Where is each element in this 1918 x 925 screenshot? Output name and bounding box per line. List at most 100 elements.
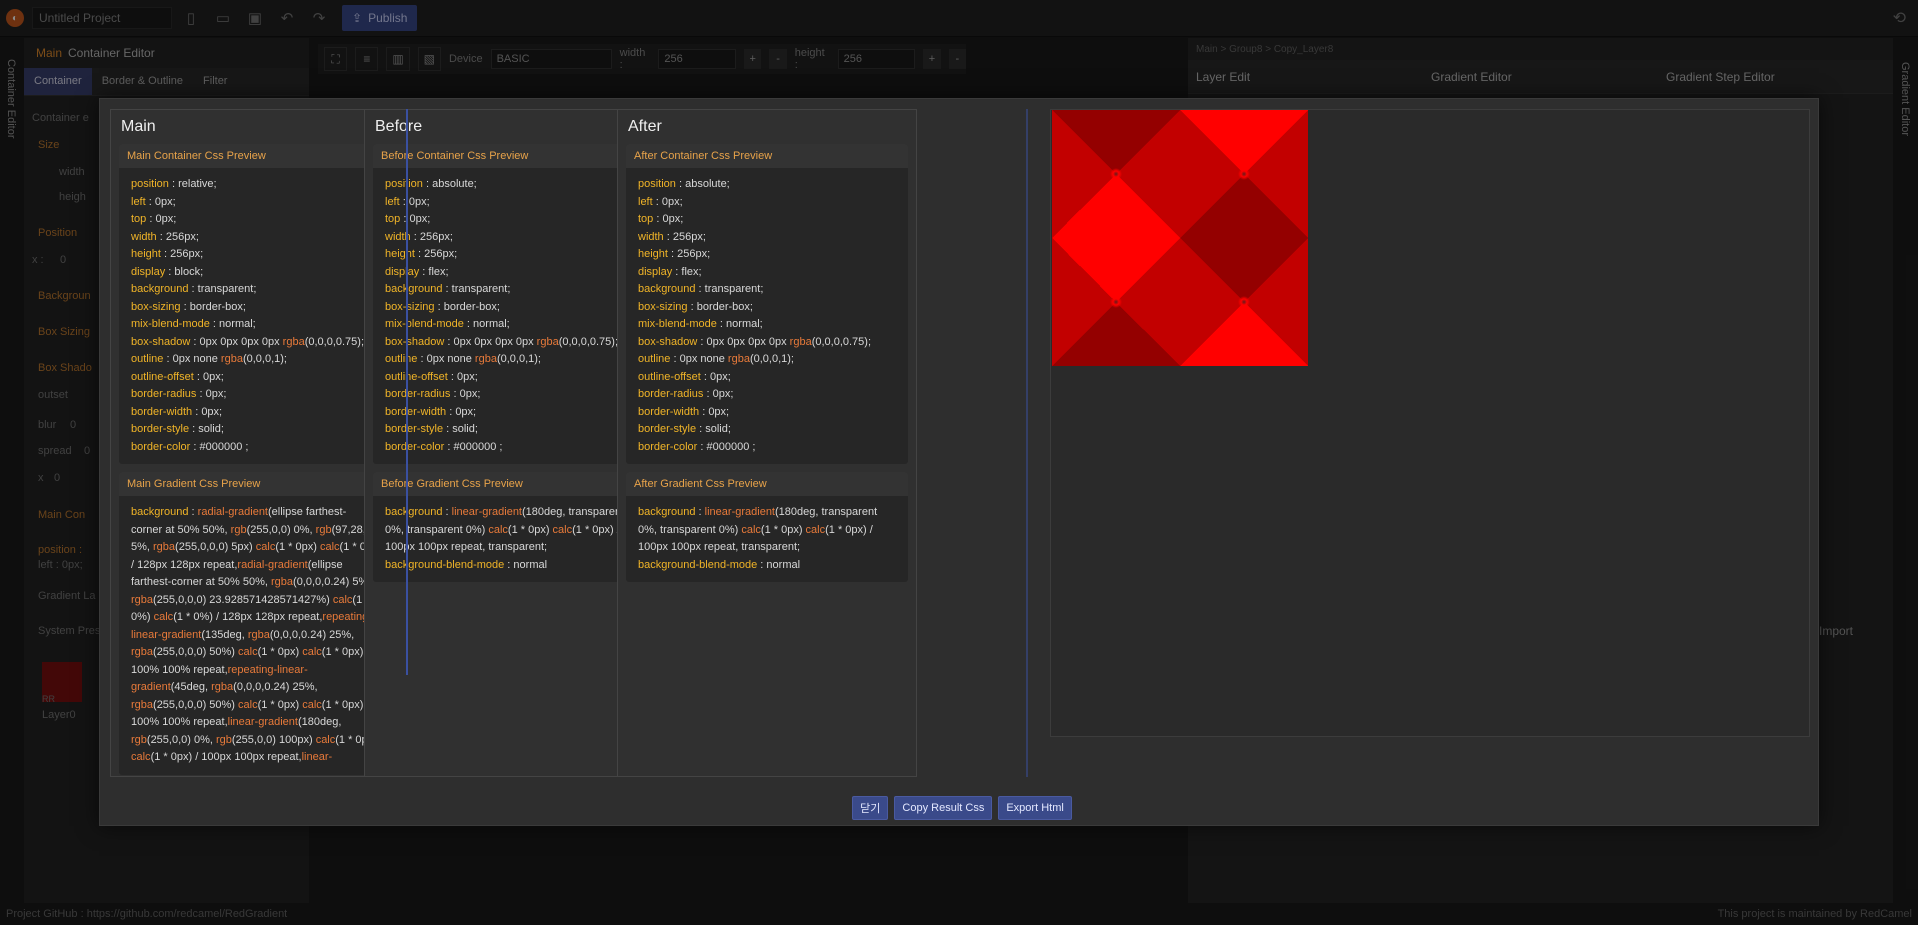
css-function: calc [488, 523, 508, 536]
css-text: : [188, 506, 198, 518]
css-value: normal; [473, 318, 510, 330]
css-value: border-box; [696, 300, 753, 313]
copy-result-css-button[interactable]: Copy Result Css [894, 796, 993, 820]
modal-actions: 닫기 Copy Result Css Export Html [100, 796, 1818, 820]
css-text: : normal [757, 558, 801, 571]
css-value: 0px; [455, 405, 477, 418]
css-function: rgba [131, 646, 154, 658]
css-value: #000000 ; [199, 440, 249, 453]
css-value: 256px; [672, 230, 706, 243]
css-value: flex; [428, 265, 449, 278]
css-function: calc [741, 523, 761, 536]
css-value: relative; [178, 178, 217, 190]
css-text: 0%, transparent 0%) [638, 523, 742, 536]
css-value: 256px; [424, 248, 458, 260]
css-property-line: mix-blend-mode : normal; [385, 318, 510, 330]
css-key: width [131, 230, 157, 243]
css-property-line: position : absolute; [385, 178, 477, 190]
gradient-css-body: background : linear-gradient(180deg, tra… [373, 496, 655, 582]
gradient-css-line: background : radial-gradient(ellipse far… [131, 504, 391, 522]
css-key: border-radius [385, 388, 451, 400]
gradient-css-line: 100% 100% repeat,linear-gradient(180deg, [131, 714, 391, 732]
gradient-css-card: After Gradient Css Preview background : l… [626, 472, 908, 582]
gradient-css-line: calc(1 * 0px) / 100px 100px repeat,linea… [131, 749, 391, 767]
css-text: (255,0,0,0) 23.928571428571427%) [153, 593, 333, 606]
css-property-line: display : flex; [385, 265, 449, 278]
css-value: 256px; [165, 230, 199, 243]
css-key: left [638, 195, 653, 208]
css-key: border-color [131, 440, 191, 453]
css-text: (255,0,0,0) 50%) [153, 698, 239, 711]
css-function: calc [238, 698, 258, 711]
css-property-line: border-radius : 0px; [638, 388, 734, 400]
css-property-line: left : 0px; [638, 195, 683, 208]
css-key: top [131, 213, 147, 225]
gradient-css-line: linear-gradient(135deg, rgba(0,0,0,0.24)… [131, 627, 391, 645]
gradient-css-line: background : linear-gradient(180deg, tra… [638, 504, 898, 522]
close-button[interactable]: 닫기 [852, 796, 889, 820]
gradient-css-line: background-blend-mode : normal [638, 557, 898, 575]
css-value: 0px; [456, 370, 478, 383]
css-function: calc [153, 611, 174, 623]
css-value: border-box; [443, 300, 500, 313]
css-function: calc [238, 646, 258, 658]
gradient-css-line: gradient(45deg, rgba(0,0,0,0.24) 25%, [131, 679, 391, 697]
css-value: 0px; [708, 405, 730, 418]
css-text: : [695, 506, 705, 518]
gradient-css-line: background : linear-gradient(180deg, tra… [385, 504, 645, 522]
css-key: outline [131, 353, 164, 365]
gradient-css-line: 0%, transparent 0%) calc(1 * 0px) calc(1… [385, 522, 645, 540]
css-property-line: background : transparent; [385, 283, 511, 295]
css-value: block; [174, 265, 204, 278]
css-function: radial-gradient [197, 506, 268, 518]
css-function: rgb [131, 733, 147, 746]
css-key: box-shadow [385, 335, 445, 348]
css-property-line: border-width : 0px; [385, 405, 477, 418]
css-text: 5%, [131, 541, 154, 553]
css-key: display [385, 265, 420, 278]
css-value: 0px; [662, 213, 684, 225]
css-value: 0px; [459, 388, 481, 400]
css-key: border-radius [131, 388, 197, 400]
css-value: #000000 ; [706, 440, 756, 453]
css-property-line: box-shadow : 0px 0px 0px 0px rgba(0,0,0,… [131, 335, 365, 348]
css-key: mix-blend-mode [131, 318, 210, 330]
gradient-css-body: background : linear-gradient(180deg, tra… [626, 496, 908, 582]
css-function: rgb [315, 523, 332, 536]
css-text: (0,0,0,0.24) 25%, [269, 628, 355, 641]
css-value: 0px; [201, 405, 223, 418]
container-css-card: Main Container Css Preview position : rel… [119, 144, 401, 464]
css-function: radial-gradient [237, 558, 308, 571]
css-key: left [385, 195, 400, 208]
css-function: linear-gradient [451, 506, 522, 518]
css-function: calc [131, 751, 151, 763]
css-function: rgba [271, 576, 294, 588]
css-key: outline-offset [131, 370, 194, 383]
main-column-divider [406, 109, 408, 675]
css-text: 100% 100% repeat, [131, 663, 228, 676]
css-property-line: outline : 0px none rgba(0,0,0,1); [131, 353, 287, 365]
css-value: 0px; [155, 213, 177, 225]
export-html-button[interactable]: Export Html [998, 796, 1072, 820]
css-property-line: border-color : #000000 ; [385, 440, 503, 453]
css-value: 0px 0px 0px 0px [199, 335, 283, 348]
css-value: 0px 0px 0px 0px [453, 335, 537, 348]
gradient-css-line: 100px 100px repeat, transparent; [638, 539, 898, 557]
css-property-line: top : 0px; [385, 213, 431, 225]
css-text: (0,0,0,0.24) 5%, [293, 576, 372, 588]
css-key: display [131, 265, 166, 278]
css-value: normal; [726, 318, 763, 330]
css-function: rgba [220, 353, 243, 365]
css-property-line: outline : 0px none rgba(0,0,0,1); [638, 353, 794, 365]
css-text: : normal [504, 558, 548, 571]
css-value: solid; [452, 423, 478, 435]
css-value: 0px; [205, 388, 227, 400]
css-key: outline-offset [385, 370, 448, 383]
css-key: border-width [131, 405, 193, 418]
css-key: outline [638, 353, 671, 365]
css-key: display [638, 265, 673, 278]
css-function: rgba [536, 335, 559, 348]
css-text: 100% 100% repeat, [131, 716, 228, 728]
css-key: background [131, 283, 189, 295]
css-text: (1 * 0px) [275, 541, 320, 553]
